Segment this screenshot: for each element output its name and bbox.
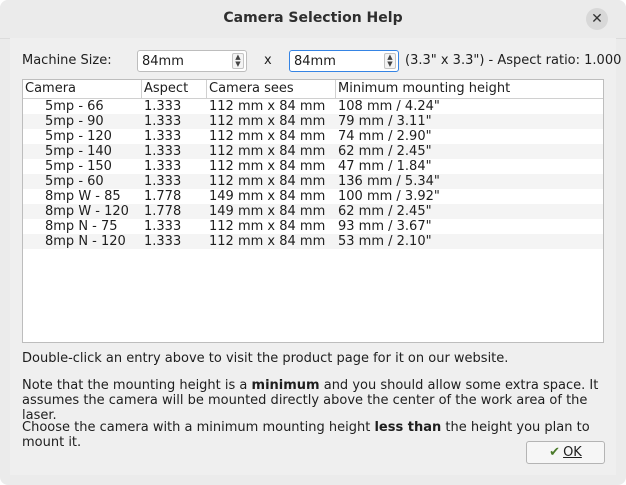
cell-camera: 5mp - 66 xyxy=(45,99,104,114)
help-note-bold: minimum xyxy=(251,378,320,393)
cell-aspect: 1.333 xyxy=(144,174,182,189)
table-row[interactable]: 8mp N - 120 1.333 112 mm x 84 mm 53 mm / 2.… xyxy=(23,234,603,249)
cell-camera: 8mp N - 120 xyxy=(45,234,126,249)
close-icon: ✕ xyxy=(591,11,603,27)
cell-min-height: 74 mm / 2.90" xyxy=(338,129,432,144)
dialog-content: Machine Size: 84mm ▲ ▼ x 84mm ▲ ▼ (3.3" … xyxy=(10,38,621,475)
cell-min-height: 93 mm / 3.67" xyxy=(338,219,432,234)
table-row[interactable]: 5mp - 150 1.333 112 mm x 84 mm 47 mm / 1.84… xyxy=(23,159,603,174)
cell-camera: 8mp N - 75 xyxy=(45,219,118,234)
cell-camera-sees: 112 mm x 84 mm xyxy=(209,234,326,249)
cell-aspect: 1.333 xyxy=(144,114,182,129)
camera-selection-dialog: Camera Selection Help ✕ Machine Size: 84… xyxy=(0,0,626,485)
help-choose-bold: less than xyxy=(374,420,442,435)
cell-min-height: 79 mm / 3.11" xyxy=(338,114,432,129)
cell-aspect: 1.778 xyxy=(144,204,182,219)
cell-min-height: 136 mm / 5.34" xyxy=(338,174,440,189)
cell-camera: 5mp - 60 xyxy=(45,174,104,189)
table-row[interactable]: 5mp - 66 1.333 112 mm x 84 mm 108 mm / 4.24… xyxy=(23,99,603,114)
table-row[interactable]: 8mp W - 120 1.778 149 mm x 84 mm 62 mm / 2.… xyxy=(23,204,603,219)
camera-table[interactable]: Camera Aspect Camera sees Minimum mounti… xyxy=(22,79,604,343)
cell-camera-sees: 112 mm x 84 mm xyxy=(209,174,326,189)
help-double-click: Double-click an entry above to visit the… xyxy=(22,351,509,366)
cell-min-height: 53 mm / 2.10" xyxy=(338,234,432,249)
cell-camera-sees: 112 mm x 84 mm xyxy=(209,129,326,144)
machine-height-value: 84mm xyxy=(294,54,336,69)
window-title: Camera Selection Help xyxy=(223,10,403,26)
cell-min-height: 62 mm / 2.45" xyxy=(338,144,432,159)
column-header-camera[interactable]: Camera xyxy=(23,80,142,98)
help-choose-pre: Choose the camera with a minimum mountin… xyxy=(22,420,375,435)
cell-aspect: 1.333 xyxy=(144,129,182,144)
cell-aspect: 1.333 xyxy=(144,144,182,159)
cell-camera-sees: 149 mm x 84 mm xyxy=(209,189,326,204)
table-row[interactable]: 5mp - 140 1.333 112 mm x 84 mm 62 mm / 2.45… xyxy=(23,144,603,159)
cell-min-height: 47 mm / 1.84" xyxy=(338,159,432,174)
help-note-line1: Note that the mounting height is a minim… xyxy=(22,378,598,393)
cell-camera-sees: 112 mm x 84 mm xyxy=(209,144,326,159)
cell-camera-sees: 112 mm x 84 mm xyxy=(209,159,326,174)
cell-aspect: 1.778 xyxy=(144,189,182,204)
cell-aspect: 1.333 xyxy=(144,159,182,174)
cell-camera-sees: 112 mm x 84 mm xyxy=(209,114,326,129)
column-header-camera-sees[interactable]: Camera sees xyxy=(207,80,336,98)
cell-camera: 5mp - 140 xyxy=(45,144,112,159)
cell-camera-sees: 112 mm x 84 mm xyxy=(209,219,326,234)
cell-camera: 8mp W - 85 xyxy=(45,189,121,204)
ok-button[interactable]: ✔ OK xyxy=(526,441,605,464)
help-note-line2: assumes the camera will be mounted direc… xyxy=(22,393,588,423)
cell-min-height: 62 mm / 2.45" xyxy=(338,204,432,219)
cell-camera: 5mp - 120 xyxy=(45,129,112,144)
cell-min-height: 108 mm / 4.24" xyxy=(338,99,440,114)
table-header: Camera Aspect Camera sees Minimum mounti… xyxy=(23,80,603,99)
table-row[interactable]: 8mp N - 75 1.333 112 mm x 84 mm 93 mm / 3.6… xyxy=(23,219,603,234)
table-row[interactable]: 8mp W - 85 1.778 149 mm x 84 mm 100 mm / 3.… xyxy=(23,189,603,204)
table-row[interactable]: 5mp - 60 1.333 112 mm x 84 mm 136 mm / 5.34… xyxy=(23,174,603,189)
table-row[interactable]: 5mp - 90 1.333 112 mm x 84 mm 79 mm / 3.11" xyxy=(23,114,603,129)
machine-size-label: Machine Size: xyxy=(22,53,112,68)
cell-aspect: 1.333 xyxy=(144,234,182,249)
machine-size-summary: (3.3" x 3.3") - Aspect ratio: 1.000 xyxy=(405,53,622,68)
cell-min-height: 100 mm / 3.92" xyxy=(338,189,440,204)
close-button[interactable]: ✕ xyxy=(586,8,608,30)
cell-camera-sees: 149 mm x 84 mm xyxy=(209,204,326,219)
table-row[interactable]: 5mp - 120 1.333 112 mm x 84 mm 74 mm / 2.90… xyxy=(23,129,603,144)
cell-camera-sees: 112 mm x 84 mm xyxy=(209,99,326,114)
times-label: x xyxy=(264,53,272,68)
chevron-down-icon[interactable]: ▼ xyxy=(385,61,395,68)
machine-width-spinbox[interactable]: 84mm ▲ ▼ xyxy=(137,50,247,72)
column-header-aspect[interactable]: Aspect xyxy=(142,80,207,98)
ok-button-label: OK xyxy=(563,445,582,460)
column-header-min-height[interactable]: Minimum mounting height xyxy=(336,80,603,98)
machine-height-stepper[interactable]: ▲ ▼ xyxy=(384,53,396,69)
checkmark-icon: ✔ xyxy=(549,445,561,460)
chevron-down-icon[interactable]: ▼ xyxy=(233,61,243,68)
title-bar: Camera Selection Help ✕ xyxy=(0,0,626,39)
cell-aspect: 1.333 xyxy=(144,99,182,114)
help-note-post: and you should allow some extra space. I… xyxy=(319,378,599,393)
cell-camera: 5mp - 90 xyxy=(45,114,104,129)
machine-width-stepper[interactable]: ▲ ▼ xyxy=(232,53,244,69)
help-note-pre: Note that the mounting height is a xyxy=(22,378,252,393)
machine-height-spinbox[interactable]: 84mm ▲ ▼ xyxy=(289,50,399,72)
cell-camera: 8mp W - 120 xyxy=(45,204,129,219)
machine-width-value: 84mm xyxy=(142,54,184,69)
cell-aspect: 1.333 xyxy=(144,219,182,234)
cell-camera: 5mp - 150 xyxy=(45,159,112,174)
